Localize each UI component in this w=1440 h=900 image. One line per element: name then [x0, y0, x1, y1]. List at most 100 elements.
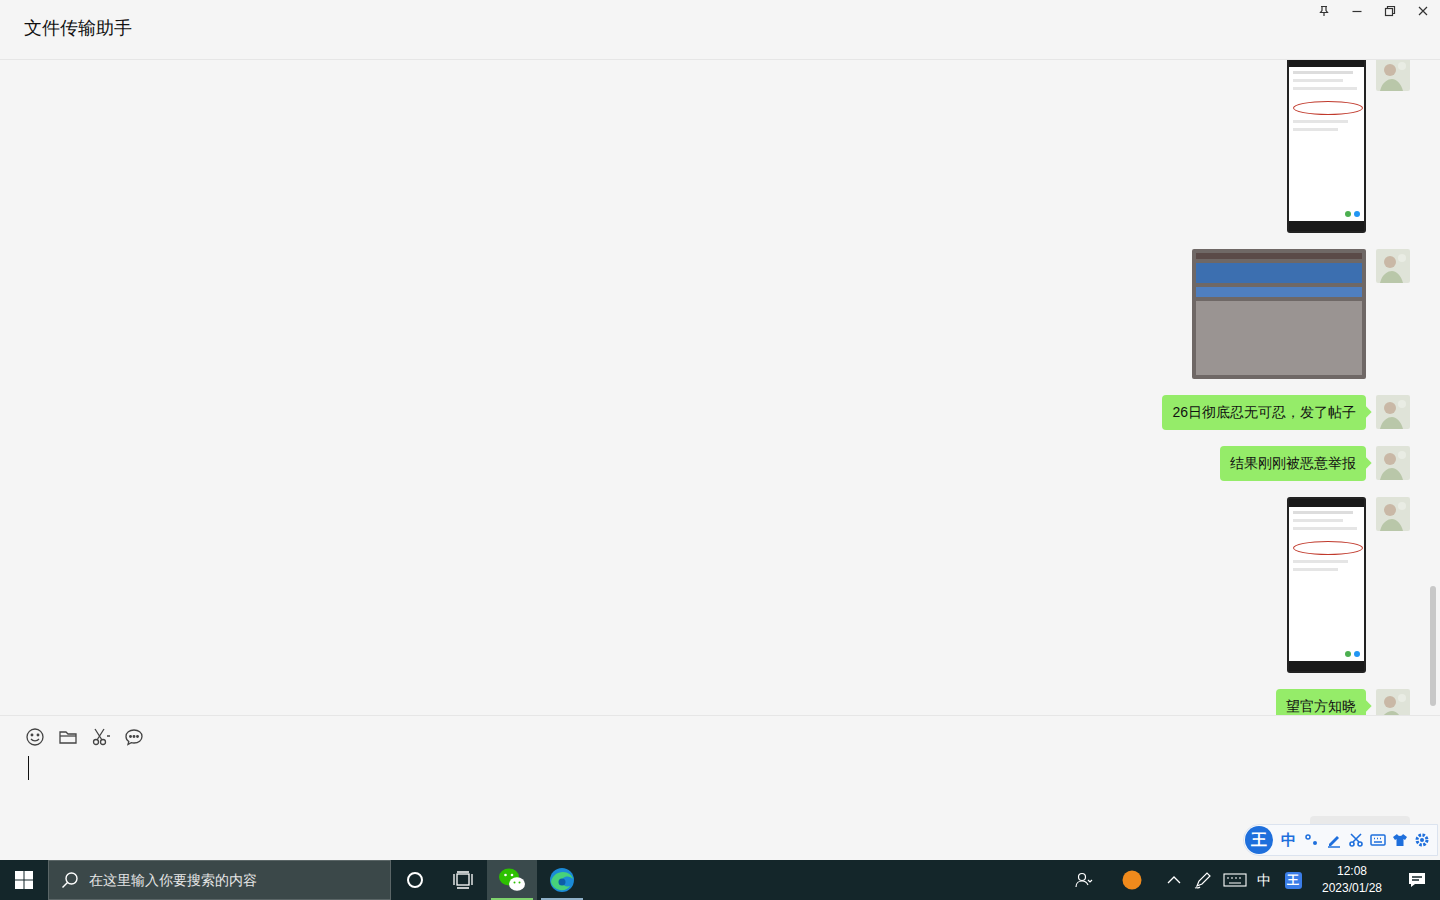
skin-icon[interactable]	[1392, 832, 1408, 848]
screenshot-line	[1293, 128, 1338, 131]
screenshot-line	[1293, 511, 1353, 514]
photo-image[interactable]	[1192, 249, 1366, 379]
taskbar-search-input[interactable]	[89, 870, 390, 891]
bubble-tail	[1360, 406, 1371, 417]
chat-area: 26日彻底忍无可忍，发了帖子结果刚刚被恶意举报望官方知晓	[0, 60, 1440, 715]
avatar-icon[interactable]	[1376, 446, 1410, 480]
photo-strip	[1196, 287, 1362, 297]
notification-icon[interactable]	[1394, 860, 1440, 900]
screenshot-dot	[1354, 211, 1360, 217]
wechat-window: 文件传输助手 26日彻底忍无可忍，发了帖子结果刚刚被恶意举报望官方知晓	[0, 0, 1440, 860]
avatar-icon[interactable]	[1376, 395, 1410, 429]
task-view-icon[interactable]	[439, 860, 487, 900]
bubble-tail	[1360, 700, 1371, 711]
ime-tray[interactable]: 王	[1276, 860, 1310, 900]
ime-mode[interactable]: 中	[1279, 830, 1298, 850]
taskbar-search[interactable]	[48, 860, 391, 900]
edge-icon	[548, 866, 576, 894]
search-icon	[61, 871, 79, 889]
emoji-icon[interactable]	[25, 727, 45, 747]
window-controls	[1307, 0, 1440, 22]
screenshot-line	[1293, 87, 1357, 90]
avatar-icon[interactable]	[1376, 689, 1410, 715]
touch-keyboard-icon[interactable]	[1218, 860, 1252, 900]
chat-history-icon[interactable]	[124, 727, 144, 747]
screenshot-dot	[1345, 211, 1351, 217]
keyboard-icon[interactable]	[1370, 832, 1386, 848]
message-row: 望官方知晓	[0, 689, 1440, 715]
message-row	[0, 60, 1440, 233]
screenshot-dot	[1354, 651, 1360, 657]
window-title: 文件传输助手	[24, 16, 132, 44]
screenshot-line	[1293, 560, 1348, 563]
avatar-icon[interactable]	[1376, 497, 1410, 531]
message-row	[0, 497, 1440, 673]
photo-strip	[1196, 263, 1362, 283]
folder-icon[interactable]	[58, 727, 78, 747]
scrollbar-thumb[interactable]	[1430, 586, 1436, 706]
screenshot-body	[1289, 67, 1364, 221]
settings-icon[interactable]	[1414, 832, 1430, 848]
punctuation-icon[interactable]	[1304, 832, 1320, 848]
pen-icon[interactable]	[1326, 832, 1342, 848]
minimize-icon[interactable]	[1340, 0, 1373, 22]
language-indicator[interactable]: 中	[1252, 860, 1276, 900]
message-list: 26日彻底忍无可忍，发了帖子结果刚刚被恶意举报望官方知晓	[0, 60, 1440, 715]
clock-date: 2023/01/28	[1322, 880, 1382, 897]
ime-logo-text: 王	[1251, 828, 1267, 852]
screenshot-status-bar	[1289, 60, 1364, 67]
screenshot-nav-bar	[1289, 661, 1364, 671]
cortana-icon[interactable]	[391, 860, 439, 900]
ime-logo[interactable]: 王	[1245, 826, 1273, 854]
screenshot-line	[1293, 120, 1348, 123]
scissors-icon[interactable]	[1348, 832, 1364, 848]
pin-icon[interactable]	[1307, 0, 1340, 22]
people-icon[interactable]	[1064, 860, 1104, 900]
clock[interactable]: 12:082023/01/28	[1310, 863, 1394, 897]
message-bubble[interactable]: 26日彻底忍无可忍，发了帖子	[1162, 395, 1366, 430]
screenshot-status-bar	[1289, 499, 1364, 507]
app-tray-icon[interactable]	[1104, 860, 1160, 900]
avatar-icon[interactable]	[1376, 249, 1410, 283]
input-toolbar	[0, 716, 1440, 747]
ime-tray-logo: 王	[1285, 872, 1302, 889]
message-text: 26日彻底忍无可忍，发了帖子	[1172, 404, 1356, 420]
scissors-icon[interactable]	[91, 727, 111, 747]
scrollbar-track	[1430, 60, 1436, 711]
screenshot-buttons	[1293, 651, 1360, 657]
title-bar: 文件传输助手	[0, 0, 1440, 60]
wechat-icon	[498, 866, 526, 894]
avatar-icon[interactable]	[1376, 60, 1410, 91]
screenshot-circle	[1293, 101, 1363, 115]
chevron-up-icon[interactable]	[1160, 860, 1188, 900]
bubble-tail	[1360, 457, 1371, 468]
screenshot-body	[1289, 507, 1364, 661]
taskbar-app[interactable]	[487, 860, 537, 900]
screenshot-line	[1293, 568, 1338, 571]
close-icon[interactable]	[1406, 0, 1439, 22]
message-row	[0, 249, 1440, 379]
windows-start-icon[interactable]	[0, 860, 48, 900]
app-running-indicator	[491, 898, 533, 900]
clock-time: 12:08	[1337, 863, 1367, 880]
photo-strip	[1196, 301, 1362, 375]
input-area[interactable]	[0, 715, 1440, 860]
screenshot-nav-bar	[1289, 221, 1364, 231]
screenshot-image[interactable]	[1287, 497, 1366, 673]
maximize-icon[interactable]	[1373, 0, 1406, 22]
screenshot-line	[1293, 519, 1343, 522]
screenshot-line	[1293, 79, 1343, 82]
screenshot-image[interactable]	[1287, 60, 1366, 233]
screenshot-line	[1293, 527, 1357, 530]
message-bubble[interactable]: 望官方知晓	[1276, 689, 1366, 715]
pen-workspace-icon[interactable]	[1188, 860, 1218, 900]
taskbar-app[interactable]	[537, 860, 587, 900]
message-bubble[interactable]: 结果刚刚被恶意举报	[1220, 446, 1366, 481]
message-row: 结果刚刚被恶意举报	[0, 446, 1440, 481]
screenshot-circle	[1293, 541, 1363, 555]
app-running-indicator	[541, 898, 583, 900]
message-text: 结果刚刚被恶意举报	[1230, 455, 1356, 471]
text-caret	[28, 756, 29, 780]
system-tray: 中王 12:082023/01/28	[1064, 860, 1440, 900]
screenshot-dot	[1345, 651, 1351, 657]
